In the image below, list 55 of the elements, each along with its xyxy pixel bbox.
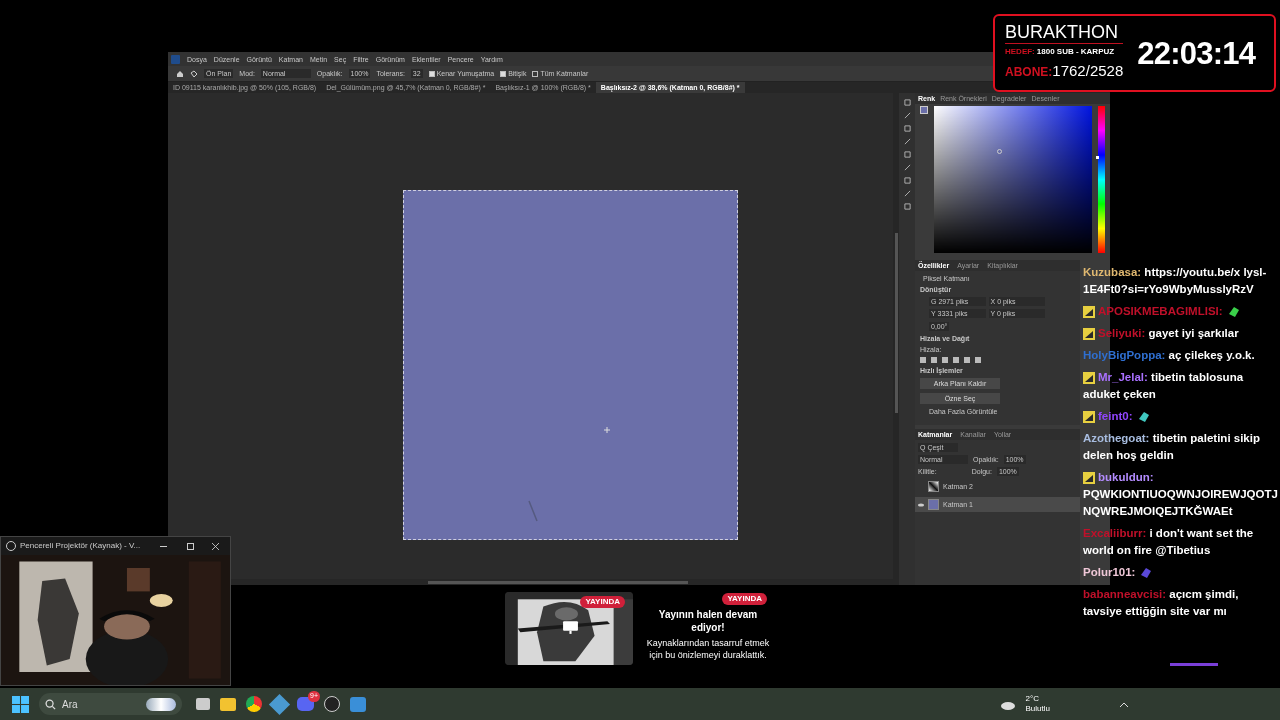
- chat-app-icon[interactable]: [297, 697, 314, 711]
- progress-line: [1170, 663, 1218, 666]
- monitor-icon: [562, 619, 579, 636]
- chat-message: Azothegoat: tibetin paletini sikip delen hoş geldin: [1083, 431, 1261, 463]
- caret-icon[interactable]: [1120, 701, 1128, 707]
- scrollbar[interactable]: [894, 233, 898, 413]
- home-icon[interactable]: [176, 69, 184, 78]
- folder-icon[interactable]: [220, 697, 236, 711]
- scrollbar[interactable]: [428, 580, 688, 584]
- start-icon[interactable]: [12, 695, 29, 713]
- layer-thumbnail: [928, 499, 939, 510]
- chat-message: Kuzubasa: https://youtu.be/x lysl-1E4Ft0?si=rYo9WbyMusslyRzV: [1083, 265, 1268, 297]
- overlay-title: BURAKTHON: [1005, 23, 1124, 45]
- checkbox[interactable]: [428, 70, 435, 77]
- cursor-icon: [604, 427, 610, 433]
- color-swatch-icon[interactable]: [920, 106, 928, 114]
- checkbox[interactable]: [532, 70, 539, 77]
- chat-message: APOSIKMEBAGIMLISI:: [1083, 303, 1278, 320]
- notice-text: Kaynaklarından tasarruf etmek için bu önizlemeyi duraklattık.: [645, 637, 771, 661]
- timer-text: 22:03:14: [1137, 37, 1256, 69]
- search-highlight-icon: [146, 697, 176, 711]
- temperature-text: 2°C: [1025, 694, 1040, 704]
- chat-message: HolyBigPoppa: aç çilekeş y.o.k.: [1083, 348, 1256, 363]
- search-icon: [45, 698, 56, 710]
- chat-message: Seliyuki: gayet iyi şarkılar: [1083, 325, 1278, 342]
- chat-message: Polur101:: [1083, 564, 1278, 581]
- minimize-icon[interactable]: [160, 545, 167, 547]
- slider-thumb[interactable]: [1096, 156, 1100, 160]
- live-badge: YAYINDA: [580, 596, 625, 608]
- chat-message: babanneavcisi: açıcm şimdi, tavsiye ettiğğin site var mı: [1083, 587, 1240, 619]
- chat-message: Mr_Jelal: tibetin tablosuna aduket çeken: [1083, 370, 1245, 402]
- chat-message: Excaliiburr: i don't want set the world on fire @Tibetius: [1083, 526, 1255, 558]
- goal-text: 1800 SUB - KARPUZ: [1036, 46, 1115, 59]
- chat-message: bukuldun: PQWKIONTIUOQWNJOIREWJQOTJNQWREJMOIQEJTKĞWAEt: [1083, 470, 1278, 519]
- chat-message: feint0:: [1083, 408, 1278, 425]
- brush-stroke: [528, 500, 538, 522]
- subs-count: 1762/2528: [1052, 61, 1124, 82]
- close-icon[interactable]: [212, 542, 219, 550]
- browser-icon[interactable]: [246, 696, 262, 712]
- maximize-icon[interactable]: [187, 542, 194, 550]
- hue-slider[interactable]: [1098, 106, 1105, 253]
- window-title: Pencereli Projektör (Kaynak) - V...: [20, 540, 142, 552]
- live-badge: YAYINDA: [722, 593, 767, 605]
- eye-icon[interactable]: [918, 502, 924, 507]
- goal-label: HEDEF:: [1005, 46, 1035, 59]
- recorder-icon[interactable]: [324, 696, 340, 712]
- weather-text: Bulutlu: [1025, 704, 1050, 714]
- obs-icon: [6, 541, 16, 551]
- color-picker[interactable]: [933, 106, 1093, 253]
- notice-title: Yayının halen devam ediyor!: [657, 608, 759, 634]
- checkbox[interactable]: [500, 70, 507, 77]
- search-field[interactable]: Ara: [39, 693, 182, 715]
- photos-icon[interactable]: [350, 696, 366, 712]
- subs-label: ABONE:: [1005, 64, 1053, 82]
- layer-thumbnail: [928, 481, 939, 492]
